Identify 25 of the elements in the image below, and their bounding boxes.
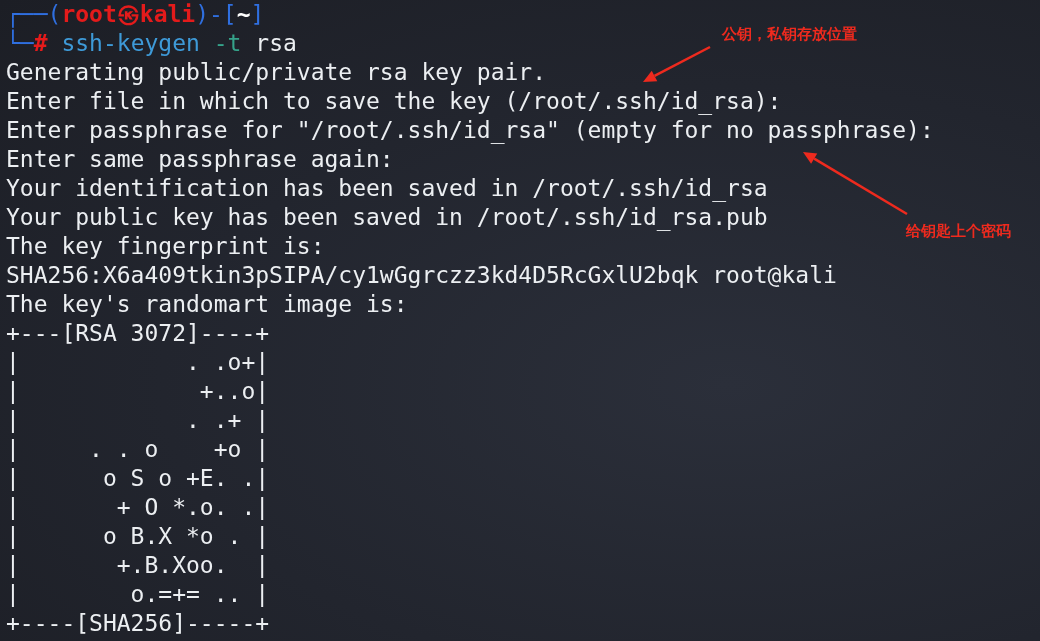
output-line: Generating public/private rsa key pair.: [6, 58, 547, 87]
annotation-text: 给钥匙上个密码: [906, 222, 1011, 240]
output-line: The key fingerprint is:: [6, 232, 325, 261]
output-line: Enter passphrase for "/root/.ssh/id_rsa" (empty for no passphrase):: [6, 116, 934, 145]
annotation-text: 公钥，私钥存放位置: [722, 25, 857, 43]
randomart-line: | o.=+= .. |: [6, 580, 270, 609]
output-line: Your identification has been saved in /root/.ssh/id_rsa: [6, 174, 768, 203]
randomart-line: | o B.X *o . |: [6, 522, 270, 551]
output-line: The key's randomart image is:: [6, 290, 408, 319]
randomart-line: | o S o +E. .|: [6, 464, 270, 493]
output-line: SHA256:X6a409tkin3pSIPA/cy1wGgrczz3kd4D5RcGxlU2bqk root@kali: [6, 261, 837, 290]
prompt-line: └─# ssh-keygen -t rsa: [6, 29, 297, 58]
randomart-line: | + O *.o. .|: [6, 493, 270, 522]
randomart-line: | . .+ |: [6, 406, 270, 435]
randomart-line: | +..o|: [6, 377, 270, 406]
randomart-line: | . . o +o |: [6, 435, 270, 464]
randomart-line: | . .o+|: [6, 348, 270, 377]
output-line: Enter file in which to save the key (/root/.ssh/id_rsa):: [6, 87, 782, 116]
randomart-line: | +.B.Xoo. |: [6, 551, 270, 580]
prompt-line: ┌──(root㉿kali)-[~]: [6, 0, 265, 29]
annotation-arrow: [643, 45, 711, 82]
output-line: Enter same passphrase again:: [6, 145, 394, 174]
output-line: Your public key has been saved in /root/.ssh/id_rsa.pub: [6, 203, 768, 232]
randomart-line: +---[RSA 3072]----+: [6, 319, 270, 348]
randomart-line: +----[SHA256]-----+: [6, 609, 270, 638]
